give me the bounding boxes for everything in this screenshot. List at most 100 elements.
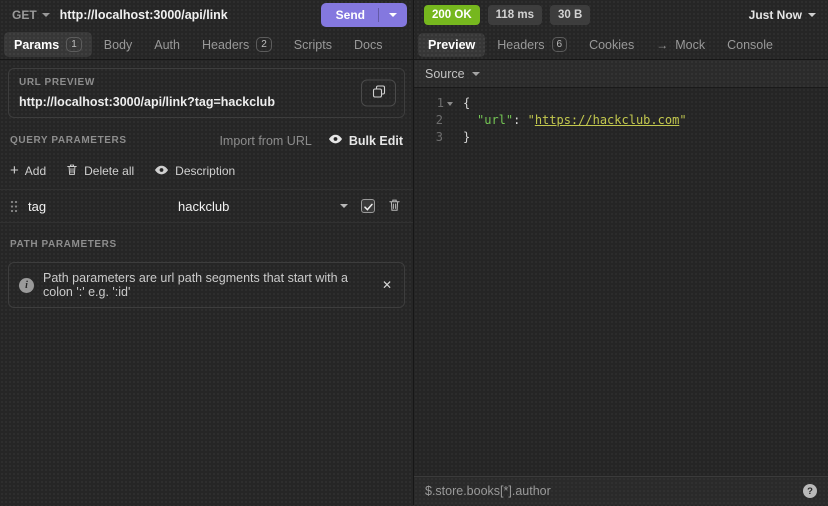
add-param-button[interactable]: + Add xyxy=(10,164,46,178)
json-quote: " xyxy=(528,113,535,127)
query-params-header: QUERY PARAMETERS Import from URL Bulk Ed… xyxy=(8,133,405,148)
info-icon: i xyxy=(19,278,34,293)
param-value-input[interactable]: hackclub xyxy=(178,199,340,214)
url-input[interactable]: http://localhost:3000/api/link xyxy=(60,8,321,22)
tab-body-label: Body xyxy=(104,38,133,52)
param-options-button[interactable] xyxy=(340,204,348,208)
query-params-heading: QUERY PARAMETERS xyxy=(10,135,127,146)
delete-param-button[interactable] xyxy=(388,198,401,215)
api-client-window: GET http://localhost:3000/api/link Send … xyxy=(0,0,828,506)
add-param-label: Add xyxy=(25,164,46,178)
param-row-controls xyxy=(340,198,401,215)
trash-icon xyxy=(388,198,401,215)
close-icon: ✕ xyxy=(382,278,392,292)
headers-count-badge: 2 xyxy=(256,37,272,52)
tab-docs-label: Docs xyxy=(354,38,382,52)
tab-mock[interactable]: → Mock xyxy=(646,33,715,57)
fold-chevron-icon[interactable] xyxy=(447,102,453,106)
json-url-link[interactable]: https://hackclub.com xyxy=(535,113,680,127)
params-count-badge: 1 xyxy=(66,37,82,52)
http-method-select[interactable]: GET xyxy=(12,8,50,22)
tab-params[interactable]: Params 1 xyxy=(4,32,92,57)
line-number: 3 xyxy=(436,129,443,146)
chevron-down-icon xyxy=(340,204,348,208)
tab-headers-label: Headers xyxy=(202,38,249,52)
tab-response-headers[interactable]: Headers 6 xyxy=(487,32,577,57)
drag-handle-icon[interactable] xyxy=(10,200,18,213)
line-number: 2 xyxy=(436,112,443,129)
url-preview-value: http://localhost:3000/api/link?tag=hackc… xyxy=(19,95,394,109)
code-line: 3 } xyxy=(414,129,828,146)
status-badge: 200 OK xyxy=(424,5,480,25)
tab-headers[interactable]: Headers 2 xyxy=(192,32,282,57)
tab-mock-label: Mock xyxy=(675,38,705,52)
trash-icon xyxy=(66,163,78,179)
response-meta-bar: 200 OK 118 ms 30 B Just Now xyxy=(414,0,828,30)
eye-icon xyxy=(154,164,169,179)
tab-docs[interactable]: Docs xyxy=(344,33,392,57)
path-params-info-box: i Path parameters are url path segments … xyxy=(8,262,405,308)
params-panel: URL PREVIEW http://localhost:3000/api/li… xyxy=(0,60,414,505)
toggle-description-button[interactable]: Description xyxy=(154,164,235,179)
import-from-url-button[interactable]: Import from URL xyxy=(219,134,311,148)
send-button[interactable]: Send xyxy=(321,3,407,27)
param-row-tag: tag hackclub xyxy=(0,189,413,223)
http-method-label: GET xyxy=(12,8,37,22)
delete-all-label: Delete all xyxy=(84,164,134,178)
response-filter-bar: ? xyxy=(414,476,828,505)
code-line: 2 "url": "https://hackclub.com" xyxy=(414,112,828,129)
tab-auth-label: Auth xyxy=(154,38,180,52)
copy-icon xyxy=(372,85,386,102)
json-quote: " xyxy=(679,113,686,127)
dismiss-info-button[interactable]: ✕ xyxy=(380,278,394,292)
response-panel: Source 1 { 2 "url": "https://hackcl xyxy=(414,60,828,505)
tab-bar: Params 1 Body Auth Headers 2 Scripts Doc… xyxy=(0,30,828,60)
bulk-edit-label: Bulk Edit xyxy=(349,134,403,148)
main-split: URL PREVIEW http://localhost:3000/api/li… xyxy=(0,60,828,505)
tab-params-label: Params xyxy=(14,38,59,52)
send-button-label: Send xyxy=(321,8,378,22)
tab-cookies[interactable]: Cookies xyxy=(579,33,644,57)
request-tabs: Params 1 Body Auth Headers 2 Scripts Doc… xyxy=(0,30,414,59)
param-enabled-checkbox[interactable] xyxy=(361,199,375,213)
tab-response-headers-label: Headers xyxy=(497,38,544,52)
tab-body[interactable]: Body xyxy=(94,33,143,57)
chevron-down-icon xyxy=(42,13,50,17)
tab-preview[interactable]: Preview xyxy=(418,33,485,57)
json-close-brace: } xyxy=(463,130,470,144)
param-name-input[interactable]: tag xyxy=(28,199,178,214)
response-headers-count-badge: 6 xyxy=(552,37,568,52)
query-params-toolbar: + Add Delete all Description xyxy=(8,161,405,189)
copy-url-button[interactable] xyxy=(361,80,396,107)
bulk-edit-toggle[interactable]: Bulk Edit xyxy=(328,133,403,148)
path-params-info-text: Path parameters are url path segments th… xyxy=(43,271,371,299)
json-key: "url" xyxy=(477,113,513,127)
code-text: { xyxy=(456,95,470,112)
tab-auth[interactable]: Auth xyxy=(144,33,190,57)
description-label: Description xyxy=(175,164,235,178)
tab-preview-label: Preview xyxy=(428,38,475,52)
tab-scripts-label: Scripts xyxy=(294,38,332,52)
jsonpath-filter-input[interactable] xyxy=(425,484,795,498)
duration-badge: 118 ms xyxy=(488,5,542,25)
url-preview-heading: URL PREVIEW xyxy=(19,77,394,88)
tab-console[interactable]: Console xyxy=(717,33,783,57)
help-icon[interactable]: ? xyxy=(803,484,817,498)
source-select[interactable]: Source xyxy=(414,60,828,88)
request-url-bar: GET http://localhost:3000/api/link Send xyxy=(0,0,414,30)
arrow-right-icon: → xyxy=(656,38,668,52)
response-body-viewer[interactable]: 1 { 2 "url": "https://hackclub.com" 3 xyxy=(414,88,828,476)
tab-scripts[interactable]: Scripts xyxy=(284,33,342,57)
response-history-select[interactable]: Just Now xyxy=(749,8,816,22)
top-bar: GET http://localhost:3000/api/link Send … xyxy=(0,0,828,30)
delete-all-params-button[interactable]: Delete all xyxy=(66,163,134,179)
url-preview-box: URL PREVIEW http://localhost:3000/api/li… xyxy=(8,68,405,118)
query-params-actions: Import from URL Bulk Edit xyxy=(219,133,403,148)
response-tabs: Preview Headers 6 Cookies → Mock Console xyxy=(414,30,828,59)
code-line: 1 { xyxy=(414,95,828,112)
source-select-label: Source xyxy=(425,67,465,81)
eye-icon xyxy=(328,133,343,148)
chevron-down-icon xyxy=(389,13,397,17)
response-history-label: Just Now xyxy=(749,8,802,22)
send-options-button[interactable] xyxy=(379,13,407,17)
